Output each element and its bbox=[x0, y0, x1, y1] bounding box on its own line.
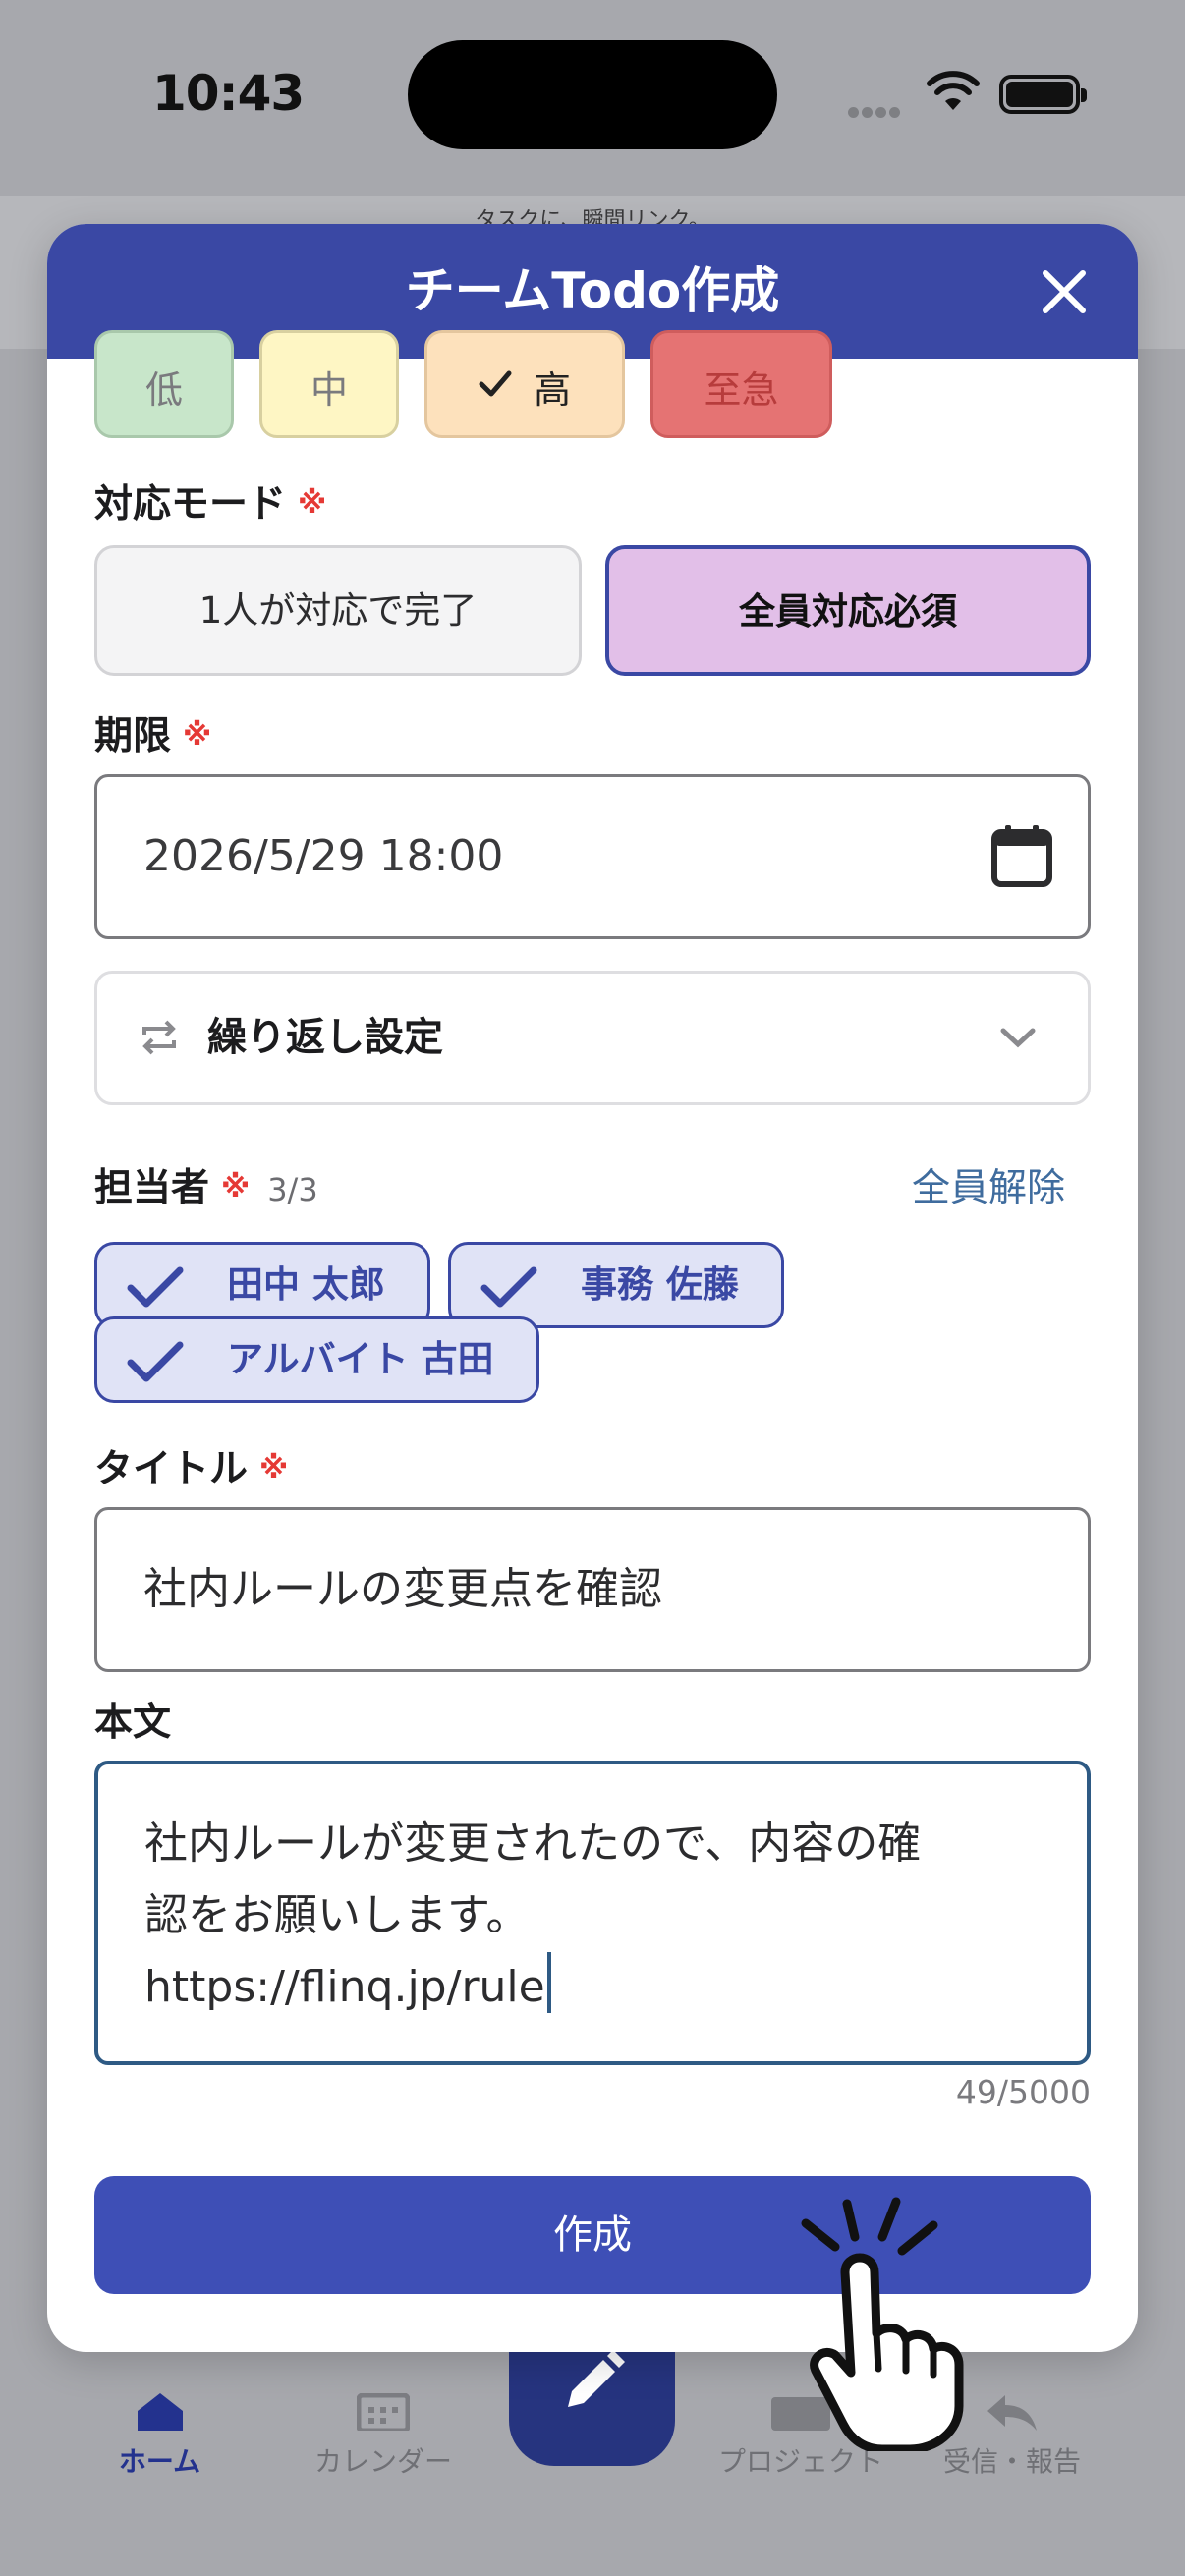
cellular-signal-icon bbox=[848, 103, 907, 118]
priority-urgent-button[interactable]: 至急 bbox=[650, 330, 832, 438]
home-icon bbox=[137, 2393, 183, 2431]
tab-home[interactable]: ホーム bbox=[93, 2393, 226, 2480]
tab-calendar-label: カレンダー bbox=[313, 2445, 452, 2478]
deadline-field[interactable]: 2026/5/29 18:00 bbox=[94, 774, 1091, 939]
assignee-count: 3/3 bbox=[267, 1171, 318, 1208]
tab-home-label: ホーム bbox=[118, 2445, 201, 2478]
create-team-todo-modal: チームTodo作成 低 中 高 至急 対応モード ※ 1人が対応で完了 全員対応必… bbox=[47, 224, 1138, 2352]
deadline-label-text: 期限 bbox=[94, 714, 172, 758]
title-value: 社内ルールの変更点を確認 bbox=[143, 1564, 662, 1614]
repeat-label: 繰り返し設定 bbox=[207, 1015, 443, 1060]
pencil-icon bbox=[568, 2350, 625, 2407]
title-input[interactable]: 社内ルールの変更点を確認 bbox=[94, 1507, 1091, 1672]
priority-high-label: 高 bbox=[533, 368, 571, 412]
body-line-with-caret: https://flinq.jp/rule bbox=[144, 1951, 1041, 2023]
mode-label: 対応モード ※ bbox=[94, 474, 326, 529]
dynamic-island bbox=[408, 40, 777, 149]
mode-all-button[interactable]: 全員対応必須 bbox=[605, 545, 1091, 676]
clear-all-assignees-link[interactable]: 全員解除 bbox=[912, 1157, 1065, 1212]
calendar-icon bbox=[357, 2393, 410, 2431]
battery-icon bbox=[999, 75, 1087, 114]
required-mark: ※ bbox=[221, 1170, 251, 1204]
assignee-label: 担当者 ※ 3/3 bbox=[94, 1157, 318, 1212]
check-icon bbox=[480, 1266, 537, 1308]
body-line: 認をお願いします。 bbox=[144, 1890, 530, 1940]
required-mark: ※ bbox=[259, 1451, 289, 1485]
close-icon[interactable] bbox=[1040, 267, 1089, 316]
wifi-icon bbox=[927, 71, 980, 110]
text-caret bbox=[546, 1952, 551, 2013]
tab-calendar[interactable]: カレンダー bbox=[295, 2393, 472, 2480]
assignee-chip-label: アルバイト 古田 bbox=[227, 1338, 494, 1380]
priority-low-button[interactable]: 低 bbox=[94, 330, 234, 438]
body-textarea[interactable]: 社内ルールが変更されたので、内容の確 認をお願いします。 https://fli… bbox=[94, 1761, 1091, 2065]
mode-label-text: 対応モード bbox=[94, 482, 287, 527]
status-bar: 10:43 bbox=[0, 0, 1185, 196]
title-label-text: タイトル bbox=[94, 1447, 249, 1491]
body-line: 社内ルールが変更されたので、内容の確 bbox=[144, 1819, 922, 1869]
assignee-chip-label: 田中 太郎 bbox=[227, 1263, 385, 1306]
assignee-chip[interactable]: アルバイト 古田 bbox=[94, 1316, 539, 1403]
required-mark: ※ bbox=[298, 486, 327, 521]
assignee-chip-label: 事務 佐藤 bbox=[581, 1263, 739, 1306]
mode-single-button[interactable]: 1人が対応で完了 bbox=[94, 545, 582, 676]
body-label: 本文 bbox=[94, 1701, 172, 1745]
assignee-chip[interactable]: 事務 佐藤 bbox=[448, 1242, 784, 1328]
repeat-icon bbox=[142, 1020, 176, 1055]
tap-hand-icon bbox=[801, 2197, 964, 2451]
priority-mid-label: 中 bbox=[310, 368, 348, 412]
required-mark: ※ bbox=[183, 718, 212, 753]
char-count: 49/5000 bbox=[955, 2073, 1091, 2111]
assignee-label-text: 担当者 bbox=[94, 1166, 210, 1210]
priority-urgent-label: 至急 bbox=[704, 368, 779, 412]
check-icon bbox=[479, 370, 512, 397]
calendar-icon[interactable] bbox=[991, 824, 1052, 887]
status-time: 10:43 bbox=[152, 65, 305, 122]
priority-mid-button[interactable]: 中 bbox=[259, 330, 399, 438]
check-icon bbox=[127, 1341, 184, 1382]
priority-high-button[interactable]: 高 bbox=[424, 330, 625, 438]
chevron-down-icon bbox=[1000, 1028, 1036, 1048]
priority-low-label: 低 bbox=[144, 368, 183, 412]
assignee-chip[interactable]: 田中 太郎 bbox=[94, 1242, 430, 1328]
body-line: https://flinq.jp/rule bbox=[144, 1962, 545, 2012]
check-icon bbox=[127, 1266, 184, 1308]
repeat-settings-dropdown[interactable]: 繰り返し設定 bbox=[94, 971, 1091, 1105]
deadline-label: 期限 ※ bbox=[94, 705, 211, 760]
deadline-value: 2026/5/29 18:00 bbox=[143, 831, 504, 881]
title-label: タイトル ※ bbox=[94, 1438, 288, 1493]
